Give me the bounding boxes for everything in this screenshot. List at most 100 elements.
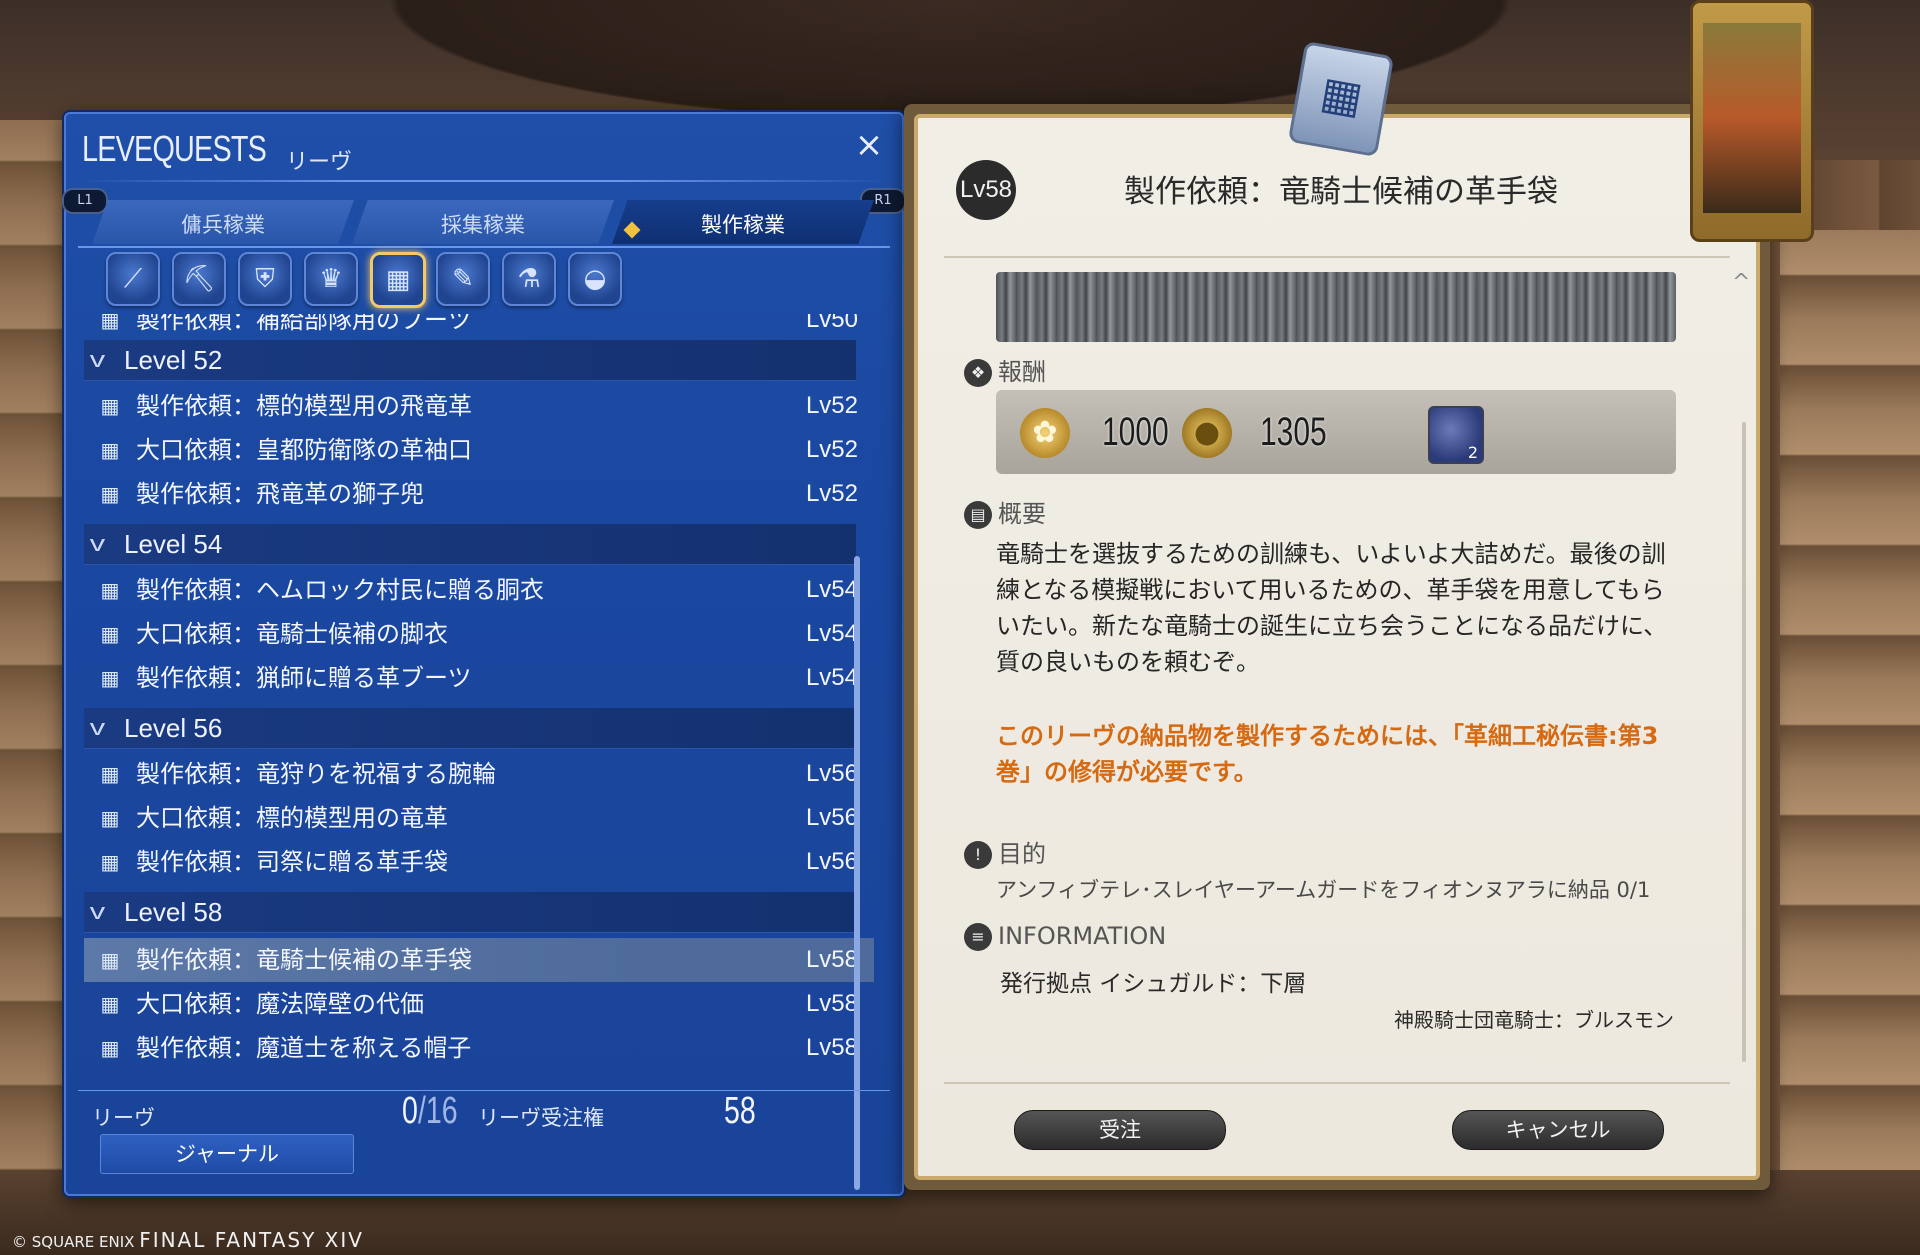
list-item[interactable]: ▦ 製作依頼：猟師に贈る革ブーツ Lv54 [84,656,874,700]
list-item[interactable]: ▦ 製作依頼：飛竜革の獅子兜 Lv52 [84,472,874,516]
info-icon: ≡ [964,923,992,951]
levequest-list: ▦ 製作依頼：補給部隊用のブーツ Lv50 v Level 52 ▦ 製作依頼：… [84,314,874,1074]
leatherworker-icon: ▦ [100,806,120,830]
experience-reward: 1000 [1102,410,1169,454]
tab-bar: 傭兵稼業 採集稼業 製作稼業 [86,200,886,250]
blacksmith-icon[interactable]: ⛏ [172,252,226,306]
level-group-header[interactable]: v Level 56 [84,708,856,749]
list-item[interactable]: ▦ 大口依頼：標的模型用の竜革 Lv56 [84,796,874,840]
level-group-header[interactable]: v Level 54 [84,524,856,565]
panel-title: LEVEQUESTS [82,128,267,169]
leatherworker-icon: ▦ [100,438,120,462]
tab-gathering-leves[interactable]: 採集稼業 [352,200,614,244]
journal-button[interactable]: ジャーナル [100,1134,354,1174]
list-item[interactable]: ▦ 製作依頼：ヘムロック村民に贈る胴衣 Lv54 [84,568,874,612]
reward-box: ✿ 1000 ● 1305 2 [996,390,1676,474]
leatherworker-icon: ▦ [100,992,120,1016]
level-group-header[interactable]: v Level 52 [84,340,856,381]
book-icon: ▤ [964,501,992,529]
copyright: © SQUARE ENIX FINAL FANTASY XIV [12,1228,364,1252]
leatherworker-icon: ▦ [100,762,120,786]
tab-label: 製作稼業 [701,213,785,237]
leve-title: 製作依頼：竜騎士候補の革手袋 [1124,174,1558,210]
leve-summary: 竜騎士を選抜するための訓練も、いよいよ大詰めだ。最後の訓練となる模擬戦において用… [996,540,1668,676]
gil-reward: 1305 [1260,410,1327,454]
list-item[interactable]: ▦ 製作依頼：補給部隊用のブーツ Lv50 [84,314,874,342]
objective-heading: ! 目的 [964,834,1046,869]
list-item[interactable]: ▦ 製作依頼：標的模型用の飛竜革 Lv52 [84,384,874,428]
leve-count-value: 0 [402,1090,418,1132]
chevron-down-icon: v [89,899,106,924]
client-name: 神殿騎士団竜騎士：ブルスモン [1394,1008,1674,1032]
alchemist-icon[interactable]: ⚗ [502,252,556,306]
level-badge: Lv58 [956,160,1016,220]
reward-icon: ❖ [964,359,992,387]
scroll-up-icon[interactable]: ^ [1732,270,1750,295]
list-item[interactable]: ▦ 大口依頼：竜騎士候補の脚衣 Lv54 [84,612,874,656]
list-item-selected[interactable]: ▦ 製作依頼：竜騎士候補の革手袋 Lv58 [84,938,874,982]
carpenter-icon[interactable]: ⟋ [106,252,160,306]
chevron-down-icon: v [89,347,106,372]
exclamation-icon: ! [964,841,992,869]
gil-icon: ● [1182,408,1232,458]
tab-battle-leves[interactable]: 傭兵稼業 [92,200,354,244]
leve-count-label: リーヴ [92,1106,155,1130]
leatherworker-icon: ▦ [100,482,120,506]
active-tab-marker [623,221,641,239]
tab-crafting-leves[interactable]: 製作稼業 [612,200,874,244]
tabs-divider [78,246,890,248]
detail-scrollbar[interactable] [1742,422,1746,1062]
summary-heading: ▤ 概要 [964,494,1046,529]
goldsmith-icon[interactable]: ♛ [304,252,358,306]
leatherworker-icon: ▦ [100,1036,120,1060]
leatherworker-icon: ▦ [100,394,120,418]
chevron-down-icon: v [89,531,106,556]
cancel-button[interactable]: キャンセル [1452,1110,1664,1150]
list-scrollbar[interactable] [854,556,860,1190]
list-item[interactable]: ▦ 大口依頼：魔法障壁の代価 Lv58 [84,982,874,1026]
leatherworker-icon: ▦ [100,314,120,332]
panel-header: LEVEQUESTS リーヴ × [66,114,902,184]
leve-card-icon: ▦ [1287,40,1395,158]
button-divider [944,1082,1730,1084]
reward-heading: ❖ 報酬 [964,352,1046,387]
leve-allowance-label: リーヴ受注権 [478,1106,604,1130]
footer-divider [78,1090,890,1091]
leatherworker-icon[interactable]: ▦ [370,252,426,308]
item-reward-count: 2 [1467,443,1478,462]
leatherworker-icon: ▦ [100,666,120,690]
armorer-icon[interactable]: ⛨ [238,252,292,306]
location-banner-image [996,272,1676,342]
leatherworker-icon: ▦ [100,622,120,646]
leatherworker-icon: ▦ [100,578,120,602]
npc-portrait-card [1690,0,1814,242]
levequests-panel: LEVEQUESTS リーヴ × L1 R1 傭兵稼業 採集稼業 製作稼業 ⟋ … [62,112,906,1196]
culinarian-icon[interactable]: ◒ [568,252,622,306]
copyright-company: © SQUARE ENIX [12,1233,135,1251]
leatherworker-icon: ▦ [100,850,120,874]
leve-count-total: /16 [418,1090,458,1132]
close-button[interactable]: × [852,128,886,162]
background-wall-right [1780,230,1920,1255]
panel-subtitle: リーヴ [286,150,353,175]
information-heading: ≡ INFORMATION [964,922,1166,951]
leve-allowance-value: 58 [724,1090,756,1132]
leatherworker-icon: ▦ [100,948,120,972]
level-group-header[interactable]: v Level 58 [84,892,856,933]
list-item[interactable]: ▦ 製作依頼：竜狩りを祝福する腕輪 Lv56 [84,752,874,796]
leve-detail-panel: Lv58 製作依頼：竜騎士候補の革手袋 ^ ❖ 報酬 ✿ 1000 ● 1305 … [904,104,1770,1190]
weaver-icon[interactable]: ✎ [436,252,490,306]
experience-icon: ✿ [1020,408,1070,458]
objective-text: アンフィブテレ･スレイヤーアームガードをフィオンヌアラに納品 0/1 [996,878,1651,902]
recipe-requirement-warning: このリーヴの納品物を製作するためには、「革細工秘伝書:第3巻」の修得が必要です。 [996,722,1659,786]
header-divider [78,180,890,182]
accept-button[interactable]: 受注 [1014,1110,1226,1150]
issuing-location: 発行拠点 イシュガルド：下層 [1000,971,1307,997]
title-divider [944,256,1730,258]
list-item[interactable]: ▦ 大口依頼：皇都防衛隊の革袖口 Lv52 [84,428,874,472]
item-icon[interactable]: 2 [1428,406,1484,464]
npc-portrait-image [1703,23,1801,213]
list-item[interactable]: ▦ 製作依頼：魔道士を称える帽子 Lv58 [84,1026,874,1070]
copyright-game: FINAL FANTASY XIV [139,1228,364,1252]
list-item[interactable]: ▦ 製作依頼：司祭に贈る革手袋 Lv56 [84,840,874,884]
